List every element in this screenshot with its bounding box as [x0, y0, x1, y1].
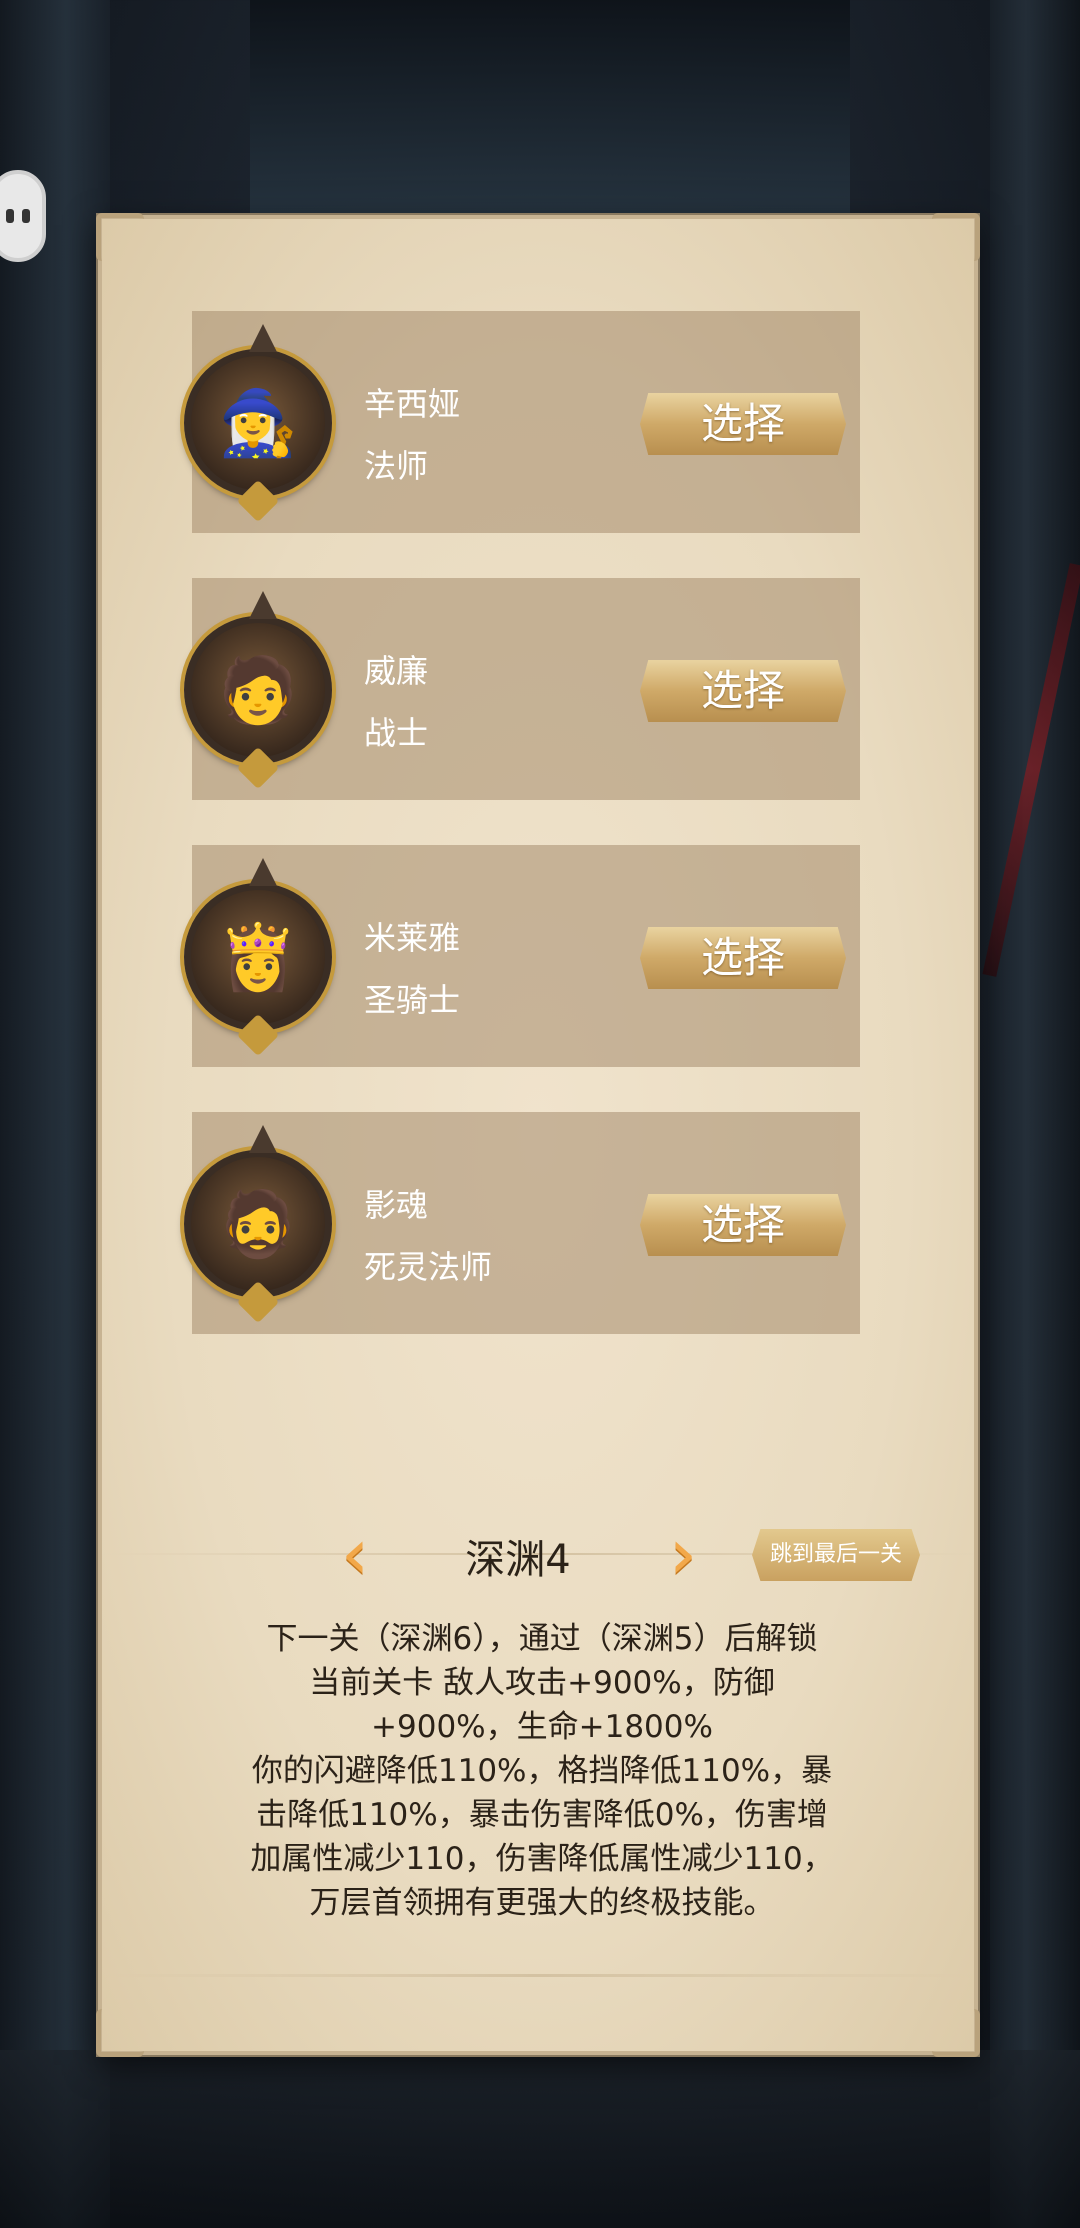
description-line: +900%，生命+1800%: [371, 1709, 713, 1745]
description-line: 当前关卡 敌人攻击+900%，防御: [309, 1665, 775, 1701]
jump-to-last-stage-button[interactable]: 跳到最后一关: [752, 1529, 920, 1581]
stage-navigator: ‹ 深渊4 › 跳到最后一关: [102, 1509, 982, 1599]
hero-row: 👸 米莱雅 圣骑士 选择: [184, 845, 860, 1067]
corner-ornament: [932, 213, 980, 261]
menu-dot-icon: [22, 209, 30, 223]
hero-name: 威廉: [364, 652, 429, 690]
select-hero-button[interactable]: 选择: [640, 927, 846, 989]
divider: [102, 1974, 974, 1977]
description-line: 万层首领拥有更强大的终极技能。: [309, 1885, 775, 1921]
corner-ornament: [96, 213, 144, 261]
select-hero-button[interactable]: 选择: [640, 393, 846, 455]
hero-class: 战士: [364, 714, 429, 752]
hero-select-panel: 🧙‍♀️ 辛西娅 法师 选择 🧑 威廉 战士 选择 👸 米莱雅 圣骑士 选择 🧔…: [96, 213, 982, 2057]
corner-ornament: [932, 2009, 980, 2057]
background-bottom: [0, 2050, 1080, 2228]
description-line: 加属性减少110，伤害降低属性减少110，: [250, 1841, 834, 1877]
background-right: [990, 0, 1080, 2228]
hero-class: 法师: [364, 447, 429, 485]
background-top: [250, 0, 850, 215]
hero-class: 死灵法师: [364, 1248, 493, 1286]
select-hero-button[interactable]: 选择: [640, 1194, 846, 1256]
hero-row: 🧔 影魂 死灵法师 选择: [184, 1112, 860, 1334]
description-line: 你的闪避降低110%，格挡降低110%，暴: [251, 1753, 833, 1789]
description-line: 击降低110%，暴击伤害降低0%，伤害增: [256, 1797, 828, 1833]
hero-name: 米莱雅: [364, 919, 461, 957]
hero-row: 🧙‍♀️ 辛西娅 法师 选择: [184, 311, 860, 533]
description-line: 下一关（深渊6），通过（深渊5）后解锁: [266, 1621, 818, 1657]
hero-row: 🧑 威廉 战士 选择: [184, 578, 860, 800]
corner-ornament: [96, 2009, 144, 2057]
necromancer-portrait-icon: 🧔: [184, 1125, 332, 1298]
floating-menu-button[interactable]: [0, 170, 46, 262]
stage-description: 下一关（深渊6），通过（深渊5）后解锁 当前关卡 敌人攻击+900%，防御 +9…: [207, 1617, 877, 1925]
warrior-portrait-icon: 🧑: [184, 591, 332, 764]
menu-dot-icon: [6, 209, 14, 223]
hero-class: 圣骑士: [364, 981, 461, 1019]
chevron-right-icon[interactable]: ›: [652, 1519, 714, 1589]
witch-portrait-icon: 🧙‍♀️: [184, 324, 332, 497]
paladin-portrait-icon: 👸: [184, 858, 332, 1031]
chevron-left-icon[interactable]: ‹: [324, 1519, 386, 1589]
background-left: [0, 0, 110, 2228]
hero-list: 🧙‍♀️ 辛西娅 法师 选择 🧑 威廉 战士 选择 👸 米莱雅 圣骑士 选择 🧔…: [184, 311, 860, 1379]
hero-name: 辛西娅: [364, 385, 461, 423]
select-hero-button[interactable]: 选择: [640, 660, 846, 722]
stage-title: 深渊4: [465, 1537, 571, 1583]
hero-name: 影魂: [364, 1186, 429, 1224]
